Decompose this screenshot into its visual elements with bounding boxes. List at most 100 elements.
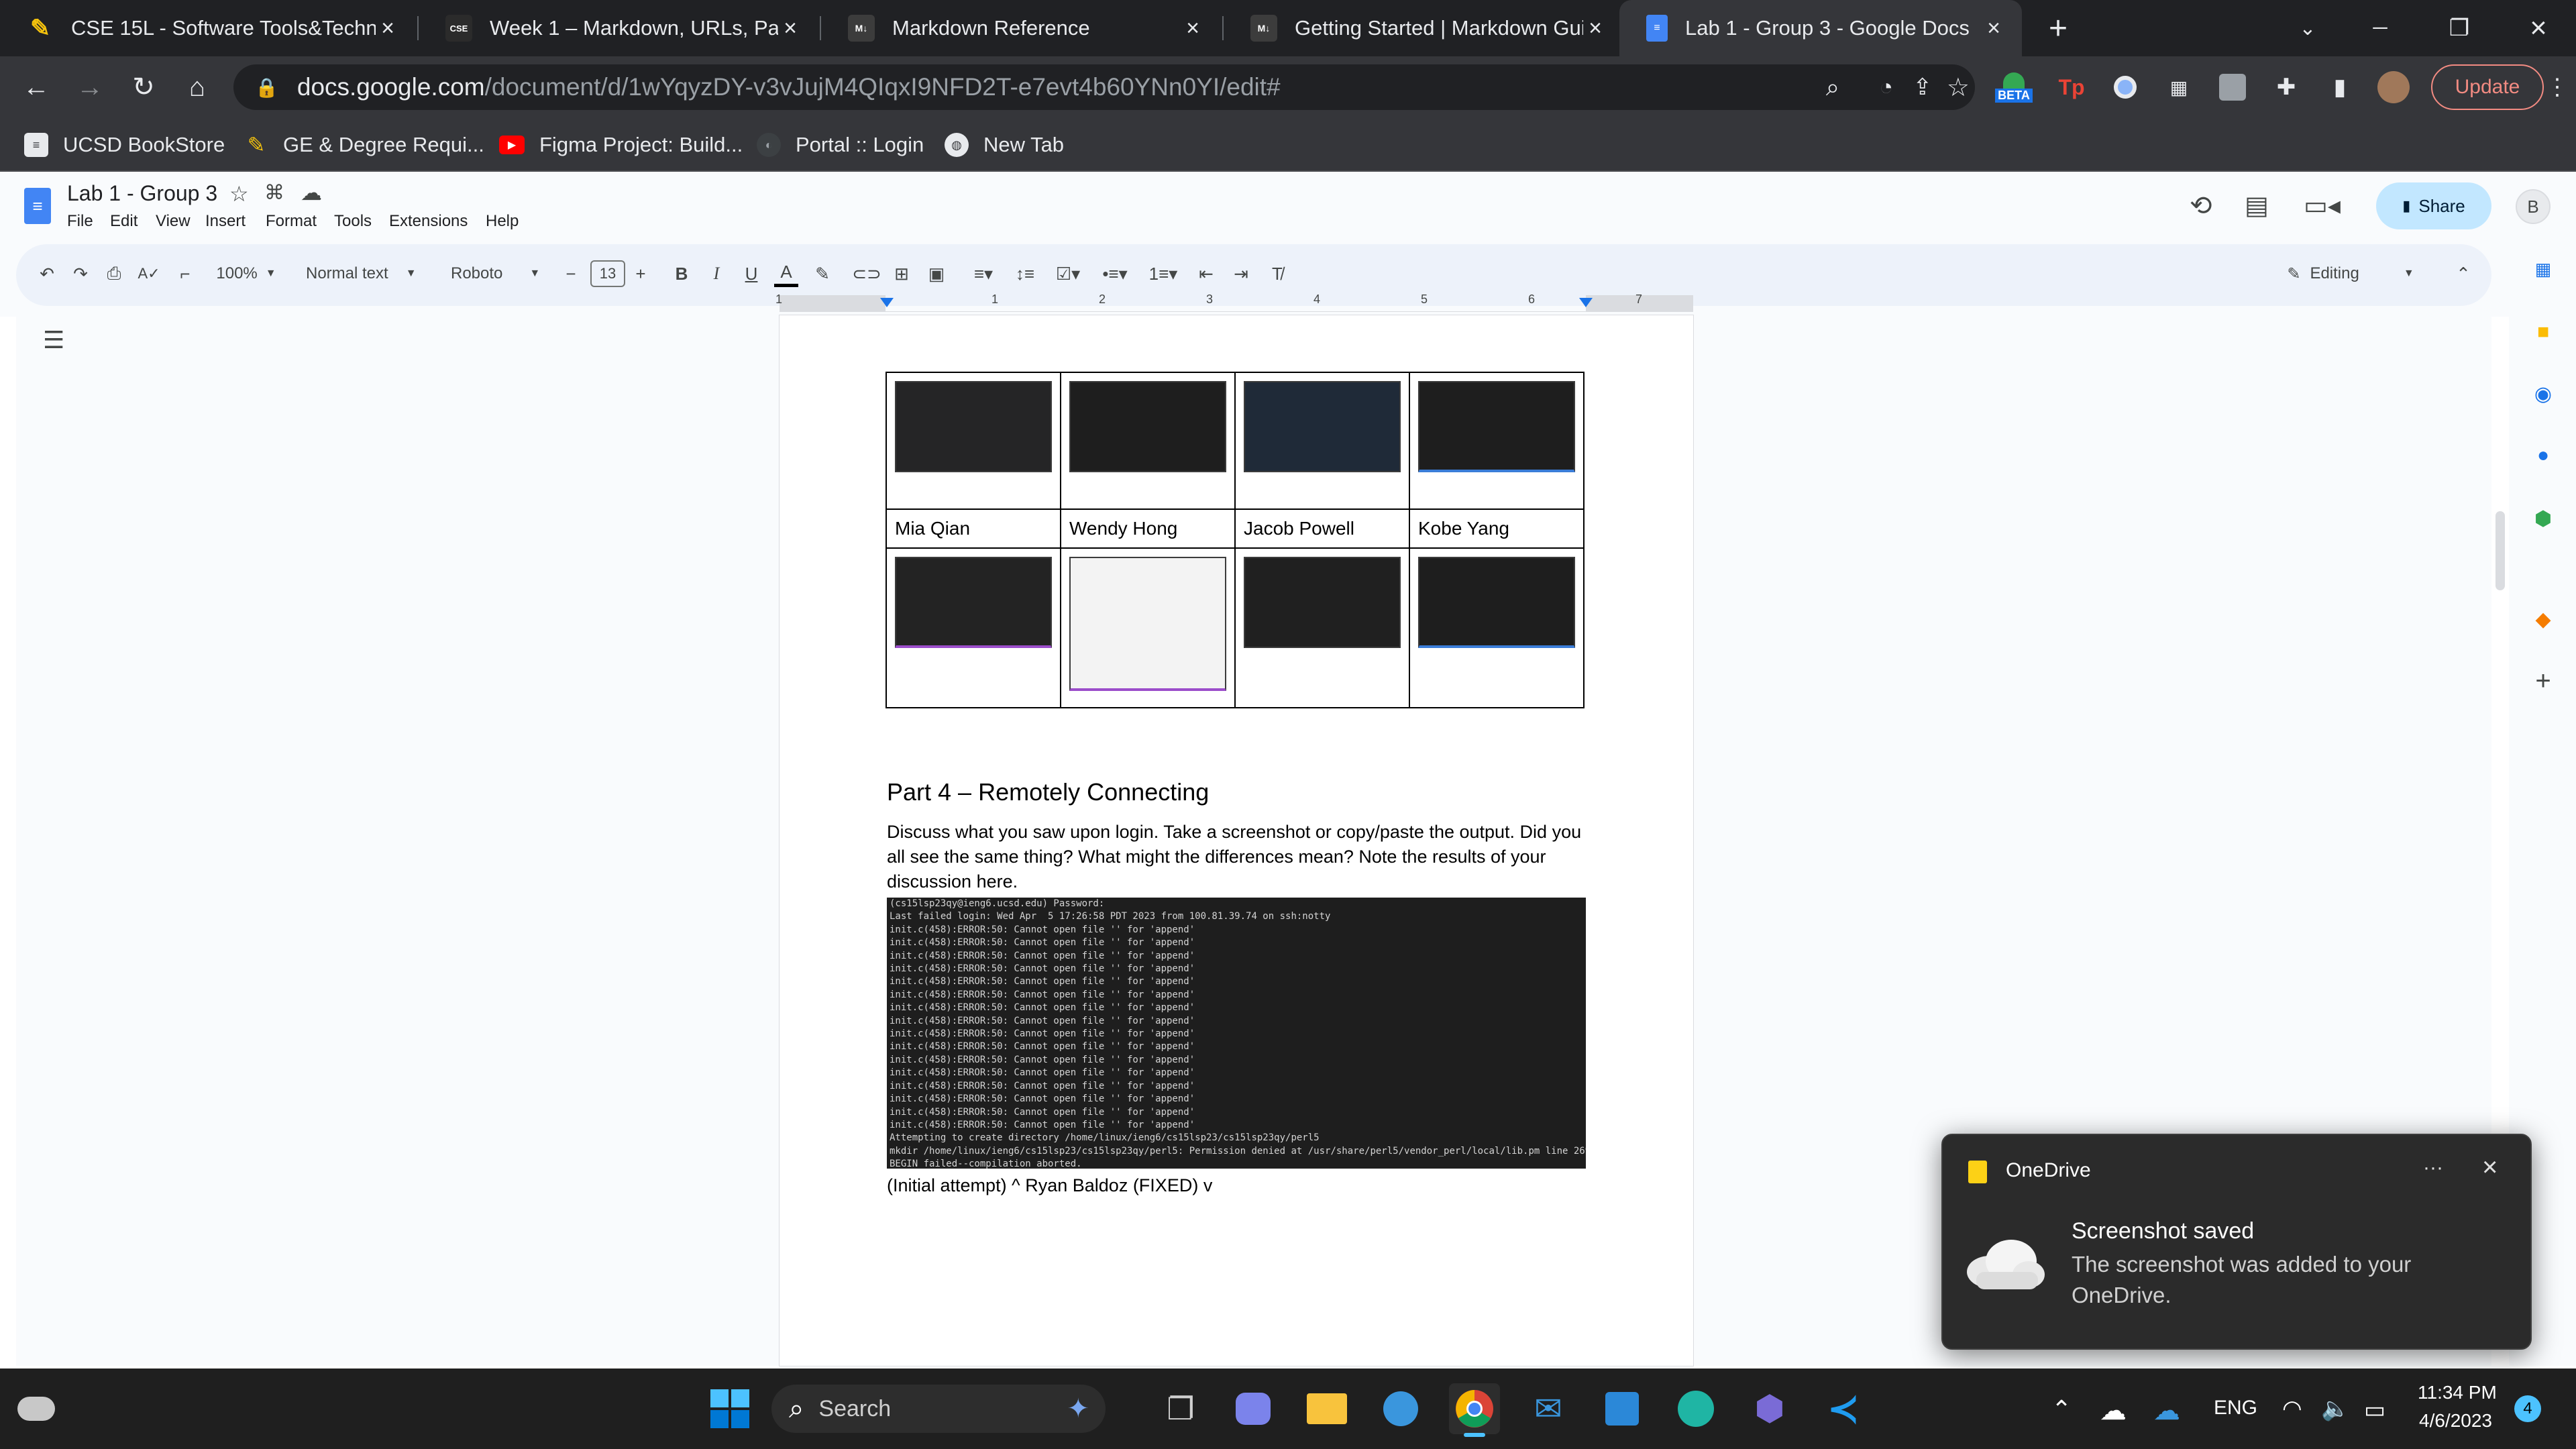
- share-button[interactable]: ▮ Share: [2376, 182, 2491, 229]
- link-icon[interactable]: ⊂⊃: [852, 260, 881, 287]
- app-icon[interactable]: [1375, 1383, 1426, 1434]
- undo-icon[interactable]: ↶: [34, 260, 60, 287]
- keep-icon[interactable]: ■: [2529, 318, 2557, 346]
- avatar[interactable]: B: [2516, 189, 2551, 224]
- share-page-icon[interactable]: ⇪: [1913, 74, 1933, 101]
- comments-icon[interactable]: ▤: [2245, 191, 2269, 221]
- bookmark-item[interactable]: ≡ UCSD BookStore: [24, 118, 225, 172]
- menu-extensions[interactable]: Extensions: [389, 212, 468, 231]
- start-windows-icon[interactable]: [704, 1383, 755, 1434]
- calendar-icon[interactable]: ▦: [2529, 255, 2557, 283]
- new-tab-icon[interactable]: +: [2039, 9, 2077, 47]
- mail-icon[interactable]: ✉: [1523, 1383, 1574, 1434]
- increase-indent-icon[interactable]: ⇥: [1228, 260, 1254, 287]
- browser-tab[interactable]: M↓ Markdown Reference ×: [821, 0, 1221, 56]
- browser-tab[interactable]: CSE Week 1 – Markdown, URLs, Paths ×: [419, 0, 818, 56]
- version-history-icon[interactable]: ⟲: [2190, 191, 2212, 221]
- home-icon[interactable]: ⌂: [180, 70, 215, 105]
- close-window-icon[interactable]: ×: [2520, 9, 2557, 47]
- font-select[interactable]: Roboto ▼: [451, 260, 545, 287]
- font-size-input[interactable]: 13: [590, 260, 625, 287]
- wifi-icon[interactable]: ◠: [2282, 1395, 2302, 1422]
- reload-icon[interactable]: ↻: [126, 70, 161, 105]
- back-icon[interactable]: ←: [19, 70, 54, 105]
- increase-font-icon[interactable]: +: [631, 260, 651, 287]
- chrome-menu-icon[interactable]: ⋮: [2540, 70, 2575, 105]
- close-tab-icon[interactable]: ×: [1583, 15, 1607, 42]
- taskbar-search[interactable]: ⌕ Search ✦: [771, 1385, 1106, 1433]
- insert-image-icon[interactable]: ▣: [924, 260, 949, 287]
- performance-icon[interactable]: ◔: [1879, 74, 1893, 101]
- addon-icon[interactable]: ◆: [2529, 605, 2557, 633]
- line-spacing-icon[interactable]: ↕≡: [1012, 260, 1038, 287]
- spellcheck-icon[interactable]: A✓: [136, 260, 162, 287]
- star-icon[interactable]: ☆: [229, 181, 249, 207]
- teams-chat-icon[interactable]: [1228, 1383, 1279, 1434]
- menu-help[interactable]: Help: [486, 212, 519, 231]
- store-icon[interactable]: [1597, 1383, 1648, 1434]
- highlight-icon[interactable]: ✎: [810, 260, 835, 287]
- edge-icon[interactable]: [1670, 1383, 1721, 1434]
- maps-icon[interactable]: ⬢: [2529, 504, 2557, 533]
- notification-badge[interactable]: 4: [2514, 1395, 2541, 1422]
- checklist-icon[interactable]: ☑▾: [1051, 260, 1085, 287]
- underline-icon[interactable]: U: [739, 260, 763, 287]
- onedrive-notification[interactable]: OneDrive ··· × Screenshot saved The scre…: [1941, 1134, 2532, 1350]
- extensions-puzzle-icon[interactable]: ✚: [2269, 70, 2304, 105]
- bookmark-item[interactable]: ◍ New Tab: [945, 118, 1064, 172]
- side-panel-icon[interactable]: ▮: [2322, 70, 2357, 105]
- show-hidden-icons[interactable]: ⌃: [2051, 1395, 2072, 1424]
- chrome-icon[interactable]: [1449, 1383, 1500, 1434]
- menu-insert[interactable]: Insert: [205, 212, 246, 231]
- collapse-menus-icon[interactable]: ⌃: [2450, 260, 2477, 287]
- move-icon[interactable]: ⌘: [264, 181, 284, 205]
- decrease-indent-icon[interactable]: ⇤: [1193, 260, 1220, 287]
- weather-icon[interactable]: [11, 1383, 62, 1434]
- bold-icon[interactable]: B: [669, 260, 694, 287]
- tab-search-chevron-icon[interactable]: ⌄: [2289, 9, 2326, 47]
- tp-extension-icon[interactable]: Tp: [2054, 70, 2089, 105]
- volume-icon[interactable]: 🔈: [2321, 1395, 2349, 1422]
- zoom-select[interactable]: 100% ▼: [209, 260, 283, 287]
- browser-tab[interactable]: ✎ CSE 15L - Software Tools&Techni ×: [0, 0, 416, 56]
- profile-avatar[interactable]: [2376, 70, 2411, 105]
- right-indent-marker[interactable]: [1579, 298, 1593, 307]
- more-options-icon[interactable]: ···: [2423, 1157, 2443, 1179]
- add-comment-icon[interactable]: ⊞: [890, 260, 914, 287]
- document-title[interactable]: Lab 1 - Group 3: [67, 181, 217, 206]
- numbered-list-icon[interactable]: 1≡▾: [1146, 260, 1181, 287]
- scrollbar-thumb[interactable]: [2496, 511, 2505, 590]
- task-view-icon[interactable]: ❐: [1155, 1383, 1206, 1434]
- text-color-icon[interactable]: A: [774, 260, 798, 287]
- language-indicator[interactable]: ENG: [2214, 1397, 2257, 1419]
- bookmark-item[interactable]: ✎ GE & Degree Requi...: [244, 118, 484, 172]
- cloud-icon[interactable]: ☁: [2100, 1395, 2127, 1426]
- browser-tab[interactable]: M↓ Getting Started | Markdown Guid ×: [1224, 0, 1623, 56]
- tasks-icon[interactable]: ◉: [2529, 380, 2557, 408]
- decrease-font-icon[interactable]: −: [561, 260, 581, 287]
- style-select[interactable]: Normal text ▼: [306, 260, 427, 287]
- contacts-icon[interactable]: ●: [2529, 441, 2557, 470]
- align-icon[interactable]: ≡▾: [966, 260, 1001, 287]
- circle-extension-icon[interactable]: [2108, 70, 2143, 105]
- vscode-icon[interactable]: ≺: [1818, 1383, 1869, 1434]
- onedrive-tray-icon[interactable]: ☁: [2153, 1395, 2180, 1426]
- close-tab-icon[interactable]: ×: [778, 15, 802, 42]
- menu-file[interactable]: File: [67, 212, 93, 231]
- get-addons-icon[interactable]: +: [2529, 666, 2557, 696]
- meet-icon[interactable]: ▭◂: [2304, 191, 2341, 221]
- paint-format-icon[interactable]: ⌐: [172, 260, 199, 287]
- address-bar[interactable]: 🔒 docs.google.com /document/d/1wYqyzDY-v…: [233, 64, 1975, 110]
- clock-time[interactable]: 11:34 PM: [2418, 1382, 2497, 1403]
- outline-icon[interactable]: ☰: [43, 326, 64, 354]
- menu-tools[interactable]: Tools: [334, 212, 372, 231]
- screen-extension-icon[interactable]: ▦: [2161, 70, 2196, 105]
- browser-tab-active[interactable]: ≡ Lab 1 - Group 3 - Google Docs ×: [1619, 0, 2022, 56]
- clear-formatting-icon[interactable]: T̸: [1264, 260, 1291, 287]
- battery-icon[interactable]: ▭: [2364, 1397, 2385, 1424]
- left-indent-marker[interactable]: [880, 298, 894, 307]
- italic-icon[interactable]: I: [704, 260, 729, 287]
- redo-icon[interactable]: ↷: [67, 260, 94, 287]
- menu-view[interactable]: View: [156, 212, 191, 231]
- close-tab-icon[interactable]: ×: [1181, 15, 1205, 42]
